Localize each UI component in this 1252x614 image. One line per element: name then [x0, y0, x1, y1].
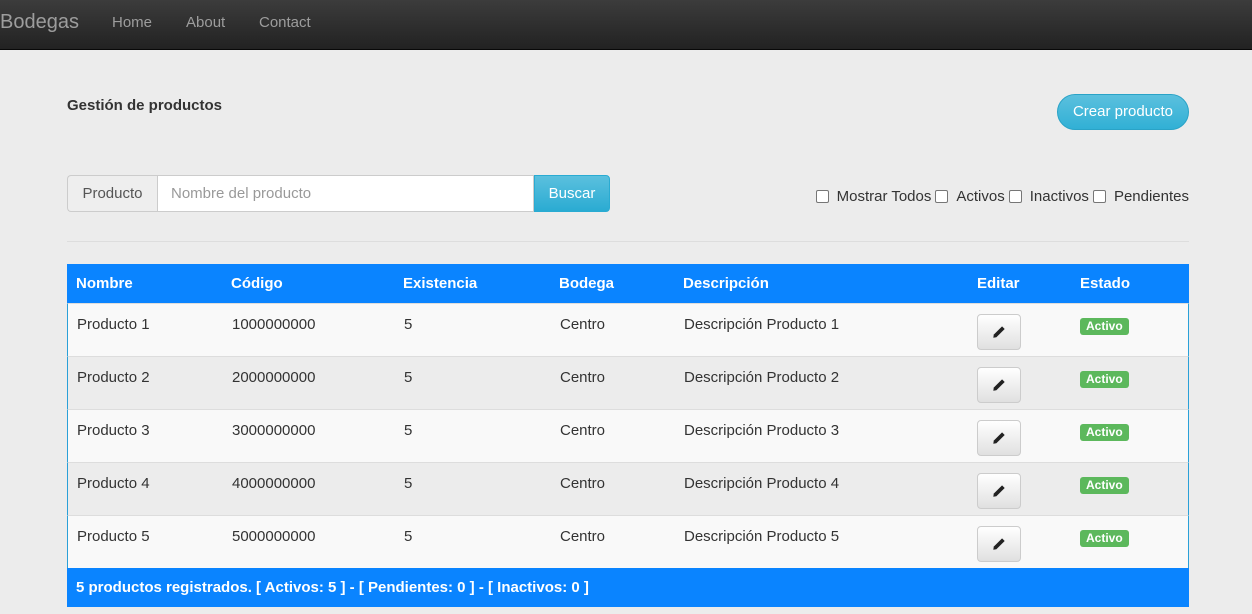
- pencil-icon: [993, 326, 1005, 338]
- cell-codigo: 4000000000: [232, 475, 316, 492]
- filter-active-label: Activos: [956, 188, 1005, 205]
- edit-button[interactable]: [977, 526, 1021, 562]
- col-existencia: Existencia: [403, 275, 478, 292]
- col-codigo: Código: [231, 275, 283, 292]
- brand-link[interactable]: Bodegas: [0, 11, 79, 34]
- cell-nombre: Producto 2: [77, 369, 150, 386]
- status-badge: Activo: [1080, 530, 1129, 547]
- cell-descripcion: Descripción Producto 1: [684, 316, 840, 333]
- nav-contact[interactable]: Contact: [259, 14, 311, 31]
- cell-descripcion: Descripción Producto 3: [684, 422, 840, 439]
- cell-codigo: 1000000000: [232, 316, 316, 333]
- cell-bodega: Centro: [560, 422, 606, 439]
- pencil-icon: [993, 432, 1005, 444]
- table-row: Producto 3 3000000000 5 Centro Descripci…: [67, 409, 1189, 462]
- cell-existencia: 5: [404, 528, 413, 545]
- cell-bodega: Centro: [560, 316, 606, 333]
- nav-home[interactable]: Home: [112, 14, 152, 31]
- edit-button[interactable]: [977, 473, 1021, 509]
- cell-bodega: Centro: [560, 528, 606, 545]
- col-editar: Editar: [977, 275, 1020, 292]
- create-product-button[interactable]: Crear producto: [1057, 94, 1189, 130]
- search-addon-label: Producto: [67, 175, 157, 212]
- divider: [67, 241, 1189, 242]
- filter-group: Mostrar Todos Activos Inactivos Pendient…: [815, 188, 1189, 205]
- cell-existencia: 5: [404, 422, 413, 439]
- table-footer: 5 productos registrados. [ Activos: 5 ] …: [67, 568, 1189, 607]
- products-table: Nombre Código Existencia Bodega Descripc…: [67, 264, 1189, 607]
- pencil-icon: [993, 538, 1005, 550]
- cell-descripcion: Descripción Producto 4: [684, 475, 840, 492]
- cell-nombre: Producto 3: [77, 422, 150, 439]
- col-estado: Estado: [1080, 275, 1131, 292]
- table-row: Producto 1 1000000000 5 Centro Descripci…: [67, 303, 1189, 356]
- pencil-icon: [993, 485, 1005, 497]
- table-row: Producto 4 4000000000 5 Centro Descripci…: [67, 462, 1189, 515]
- cell-codigo: 5000000000: [232, 528, 316, 545]
- status-badge: Activo: [1080, 318, 1129, 335]
- cell-nombre: Producto 4: [77, 475, 150, 492]
- status-badge: Activo: [1080, 424, 1129, 441]
- filter-all[interactable]: Mostrar Todos: [815, 188, 932, 205]
- cell-codigo: 2000000000: [232, 369, 316, 386]
- cell-nombre: Producto 5: [77, 528, 150, 545]
- cell-existencia: 5: [404, 369, 413, 386]
- cell-bodega: Centro: [560, 475, 606, 492]
- status-badge: Activo: [1080, 371, 1129, 388]
- col-bodega: Bodega: [559, 275, 615, 292]
- col-nombre: Nombre: [76, 275, 133, 292]
- navbar: Bodegas Home About Contact: [0, 0, 1252, 50]
- cell-nombre: Producto 1: [77, 316, 150, 333]
- filter-pending[interactable]: Pendientes: [1092, 188, 1189, 205]
- edit-button[interactable]: [977, 314, 1021, 350]
- cell-existencia: 5: [404, 316, 413, 333]
- page-title: Gestión de productos: [67, 97, 223, 114]
- cell-descripcion: Descripción Producto 5: [684, 528, 840, 545]
- filter-active-checkbox[interactable]: [935, 190, 949, 203]
- cell-codigo: 3000000000: [232, 422, 316, 439]
- table-header: Nombre Código Existencia Bodega Descripc…: [67, 264, 1189, 303]
- edit-button[interactable]: [977, 420, 1021, 456]
- edit-button[interactable]: [977, 367, 1021, 403]
- filter-inactive-label: Inactivos: [1029, 188, 1089, 205]
- filter-inactive-checkbox[interactable]: [1008, 190, 1022, 203]
- table-row: Producto 2 2000000000 5 Centro Descripci…: [67, 356, 1189, 409]
- filter-all-checkbox[interactable]: [815, 190, 829, 203]
- search-group: Producto Buscar: [67, 175, 610, 212]
- cell-descripcion: Descripción Producto 2: [684, 369, 840, 386]
- cell-existencia: 5: [404, 475, 413, 492]
- search-input[interactable]: [157, 175, 534, 212]
- cell-bodega: Centro: [560, 369, 606, 386]
- filter-inactive[interactable]: Inactivos: [1008, 188, 1089, 205]
- pencil-icon: [993, 379, 1005, 391]
- nav-about[interactable]: About: [186, 14, 225, 31]
- col-descripcion: Descripción: [683, 275, 769, 292]
- filter-active[interactable]: Activos: [935, 188, 1005, 205]
- filter-all-label: Mostrar Todos: [836, 188, 932, 205]
- footer-summary: 5 productos registrados. [ Activos: 5 ] …: [76, 579, 589, 596]
- search-button[interactable]: Buscar: [534, 175, 610, 212]
- filter-pending-checkbox[interactable]: [1092, 190, 1106, 203]
- filter-pending-label: Pendientes: [1113, 188, 1189, 205]
- table-row: Producto 5 5000000000 5 Centro Descripci…: [67, 515, 1189, 568]
- status-badge: Activo: [1080, 477, 1129, 494]
